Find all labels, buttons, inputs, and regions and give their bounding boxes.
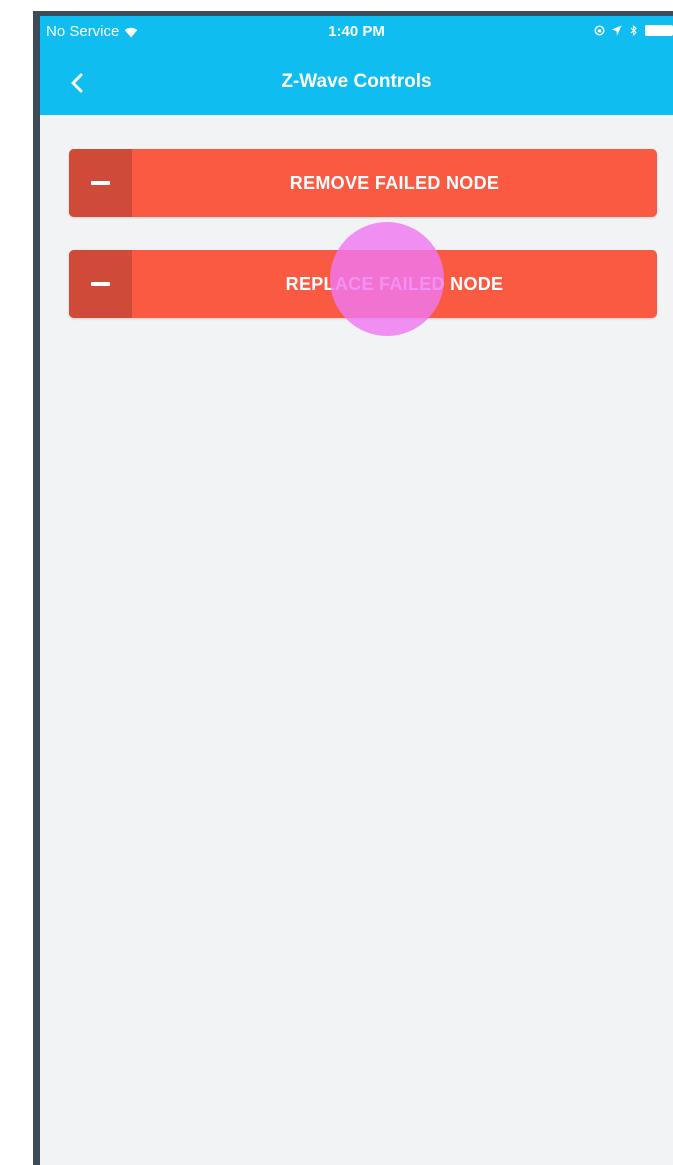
status-bar: No Service 1:40 PM bbox=[40, 16, 673, 50]
status-time: 1:40 PM bbox=[328, 23, 385, 40]
app-screen: No Service 1:40 PM Z-Wave Controls REMOV… bbox=[40, 16, 673, 1165]
button-icon-block bbox=[69, 250, 132, 318]
rotation-lock-icon bbox=[594, 25, 605, 36]
remove-failed-node-button[interactable]: REMOVE FAILED NODE bbox=[69, 149, 657, 217]
replace-failed-node-label: REPLACE FAILED NODE bbox=[285, 274, 504, 294]
location-arrow-icon bbox=[611, 25, 622, 36]
remove-failed-node-label: REMOVE FAILED NODE bbox=[289, 173, 500, 193]
replace-failed-node-button[interactable]: REPLACE FAILED NODE bbox=[69, 250, 657, 318]
battery-icon bbox=[645, 25, 673, 36]
button-icon-block bbox=[69, 149, 132, 217]
status-icons bbox=[594, 25, 673, 36]
bluetooth-icon bbox=[630, 25, 637, 36]
page-title: Z-Wave Controls bbox=[281, 71, 432, 92]
header: No Service 1:40 PM Z-Wave Controls bbox=[40, 16, 673, 115]
minus-icon bbox=[91, 282, 110, 286]
minus-icon bbox=[91, 181, 110, 185]
nav-bar: Z-Wave Controls bbox=[40, 58, 673, 108]
